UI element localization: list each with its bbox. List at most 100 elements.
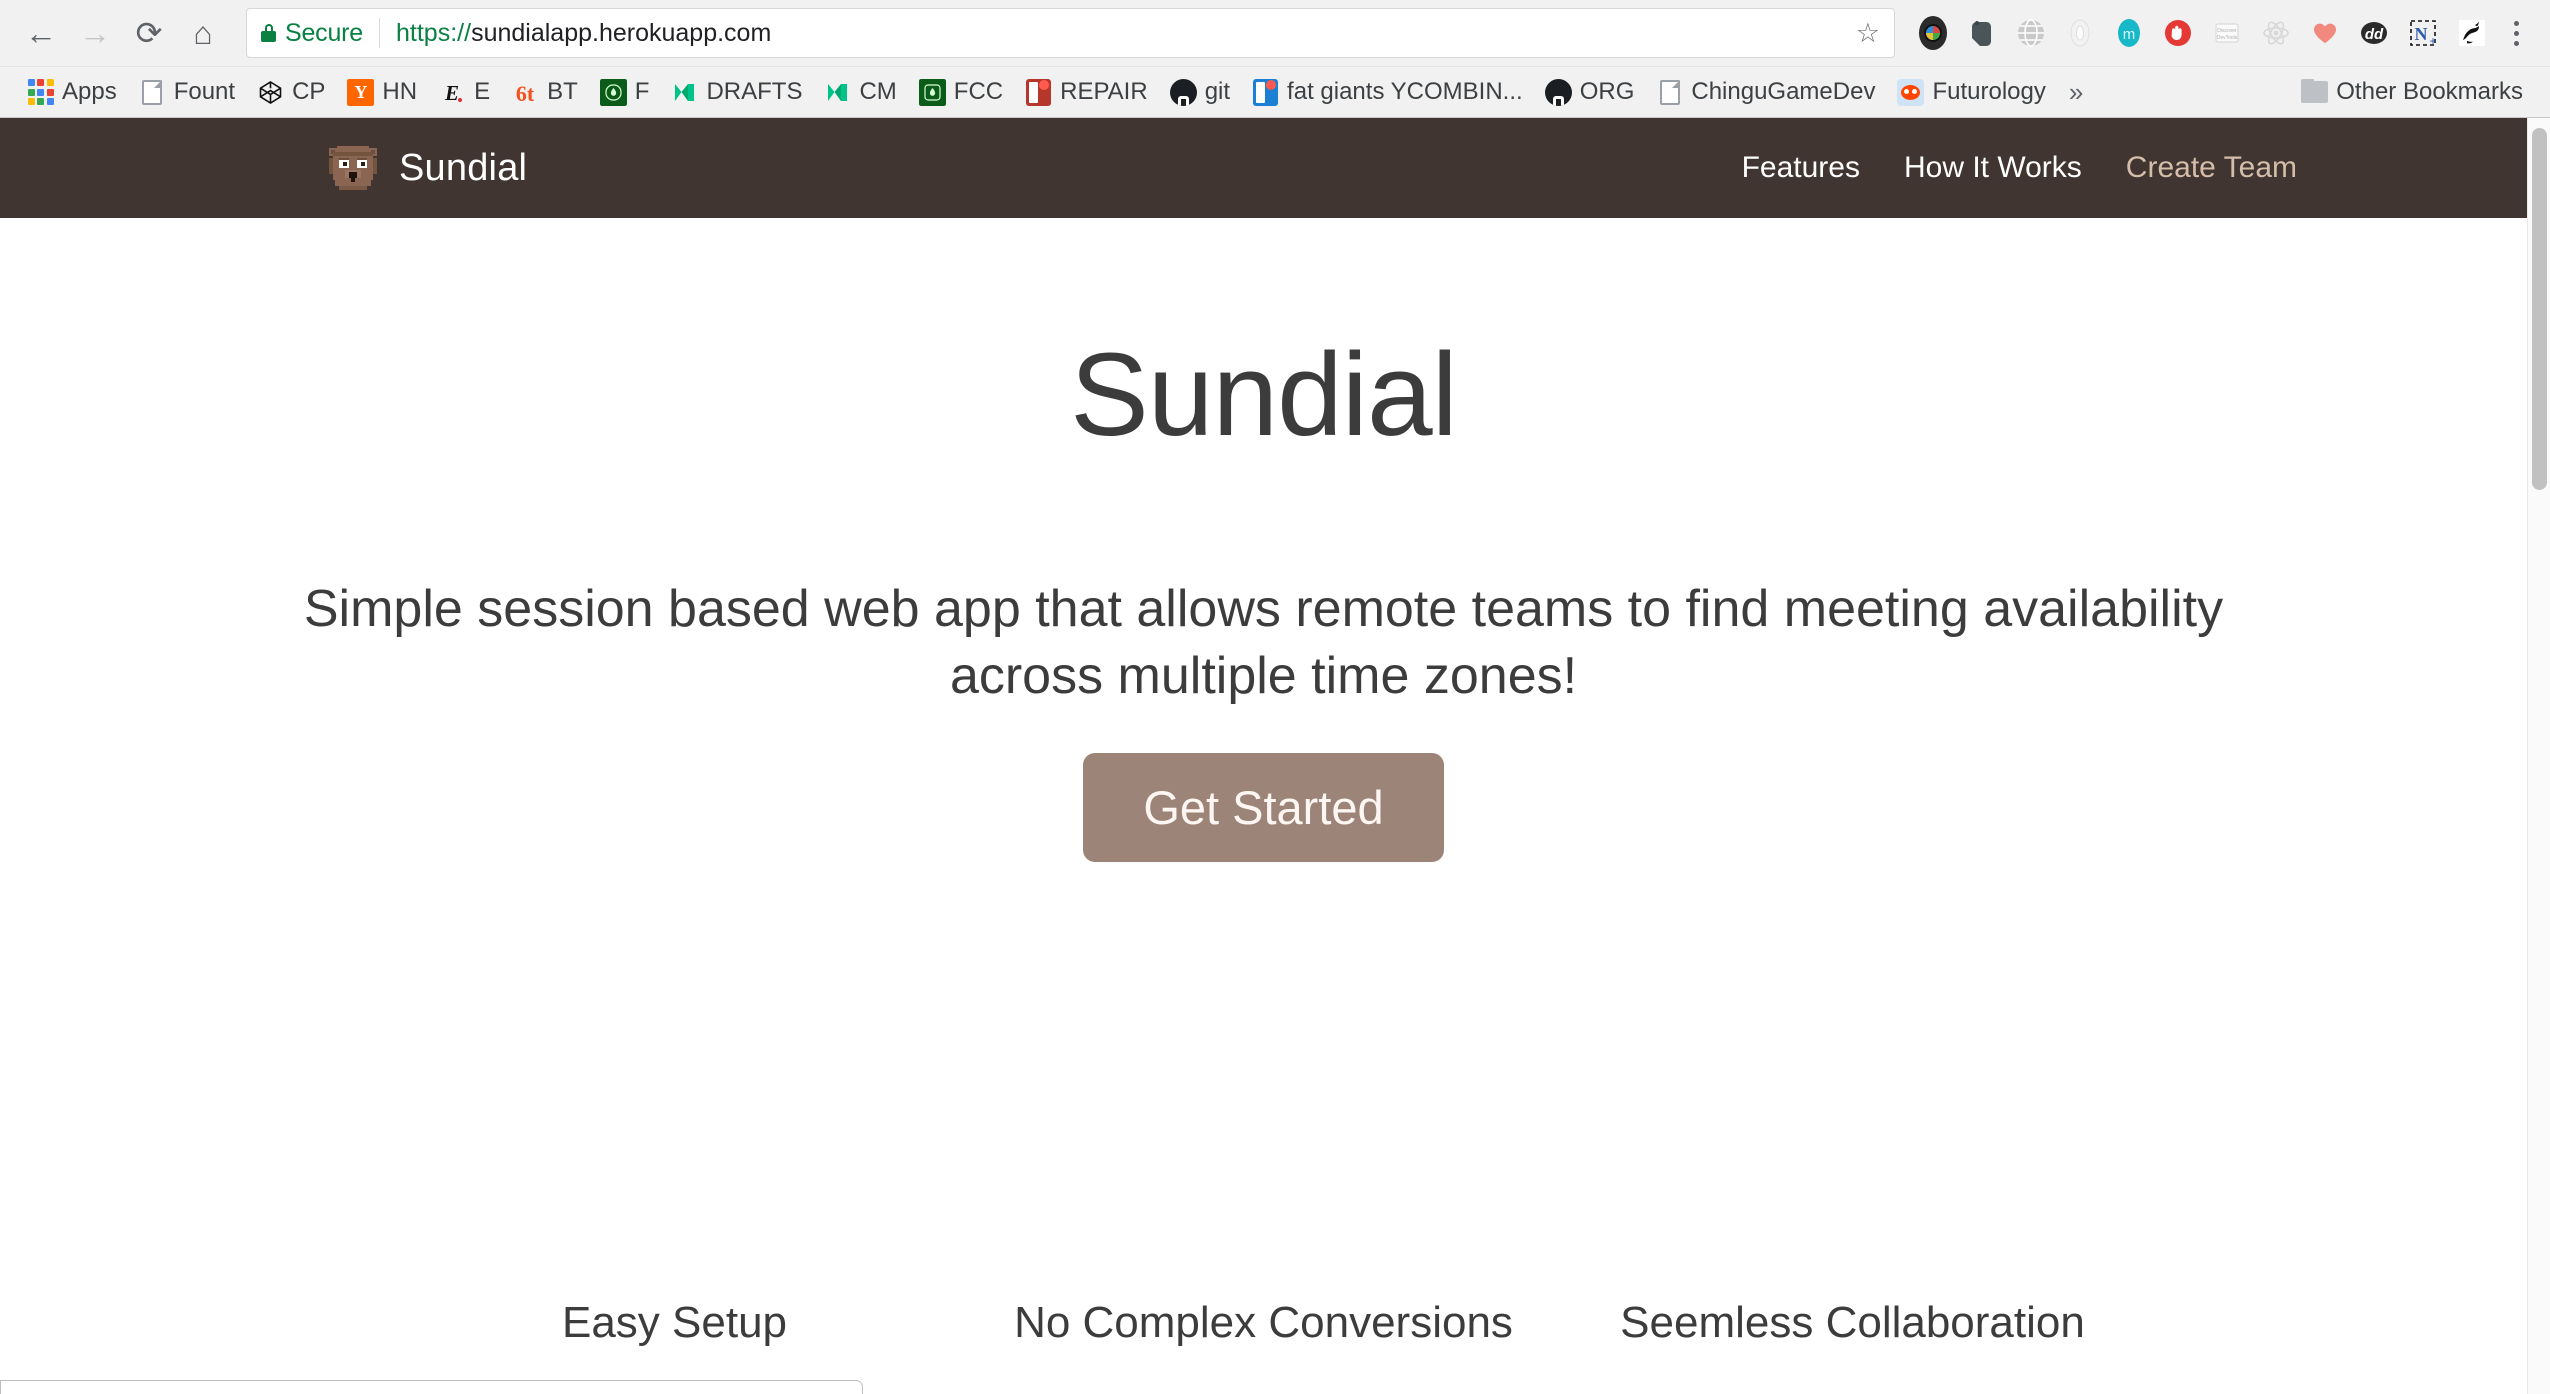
bear-logo-icon [325,142,381,194]
notion-clipper-extension-icon[interactable]: N+ [2403,13,2443,53]
feature-easy-setup: Easy Setup [380,1298,969,1348]
blue-book-icon [1252,79,1279,106]
devtools-extension-icon[interactable]: DiscoverDevTools [2207,13,2247,53]
bookmark-label: Fount [174,80,235,104]
document-icon [139,79,166,106]
bookmark-drafts[interactable]: DRAFTS [660,75,813,110]
bookmark-bt[interactable]: 6t BT [501,75,589,110]
other-bookmarks-button[interactable]: Other Bookmarks [2290,75,2534,110]
bookmark-label: fat giants YCOMBIN... [1287,80,1523,104]
bookmark-cm[interactable]: CM [813,75,907,110]
feature-seemless-collaboration: Seemless Collaboration [1558,1298,2147,1348]
dd-extension-icon[interactable]: dd [2354,13,2394,53]
feature-title: No Complex Conversions [969,1298,1558,1348]
ring-extension-icon[interactable] [2060,13,2100,53]
sundial-page: Sundial Features How It Works Create Tea… [0,118,2527,1394]
nav-link-how-it-works[interactable]: How It Works [1904,151,2082,185]
svg-text:6t: 6t [516,81,535,106]
bookmark-label: E [474,80,490,104]
evernote-extension-icon[interactable] [1962,13,2002,53]
bookmark-f[interactable]: F [589,75,661,110]
bookmark-org[interactable]: ORG [1534,75,1646,110]
bookmark-hn[interactable]: Y HN [336,75,428,110]
document-icon [1656,79,1683,106]
svg-text:+: + [2429,34,2436,48]
bookmark-cp[interactable]: CP [246,75,336,110]
bookmark-label: git [1205,80,1230,104]
svg-text:Discover: Discover [2217,28,2237,34]
browser-menu-button[interactable] [2496,12,2536,54]
page-scrollbar[interactable] [2527,118,2550,1394]
momentum-extension-icon[interactable]: m [2109,13,2149,53]
home-button[interactable]: ⌂ [176,6,230,60]
browser-toolbar: ← → ⟳ ⌂ Secure https://sundialapp.heroku… [0,0,2550,66]
svg-text:DevTools: DevTools [2217,35,2238,41]
folder-icon [2301,79,2328,106]
bookmark-futurology[interactable]: Futurology [1886,75,2056,110]
bookmarks-bar: Apps Fount CP Y HN E E 6t [0,66,2550,117]
page-title: Sundial [0,336,2527,454]
back-button[interactable]: ← [14,6,68,60]
freecodecamp-icon [919,79,946,106]
bookmark-label: Apps [62,80,117,104]
bookmark-label: ChinguGameDev [1691,80,1875,104]
bookmark-label: F [635,80,650,104]
reload-button[interactable]: ⟳ [122,6,176,60]
camera-lens-extension-icon[interactable] [1913,13,1953,53]
bookmark-label: Futurology [1932,80,2045,104]
feature-title: Easy Setup [380,1298,969,1348]
red-book-icon [1025,79,1052,106]
feature-title: Seemless Collaboration [1558,1298,2147,1348]
bookmark-fcc[interactable]: FCC [908,75,1014,110]
github-icon [1545,79,1572,106]
flame-badge-icon [600,79,627,106]
bookmark-e[interactable]: E E [428,75,501,110]
bookmark-fat-giants[interactable]: fat giants YCOMBIN... [1241,75,1534,110]
bookmark-apps[interactable]: Apps [16,75,128,110]
reddit-icon [1897,79,1924,106]
svg-text:m: m [2123,26,2136,43]
bookmark-label: REPAIR [1060,80,1148,104]
bookmark-star-icon[interactable]: ☆ [1842,18,1880,49]
security-status-label: Secure [285,19,363,48]
react-devtools-extension-icon[interactable] [2256,13,2296,53]
url-scheme: https:// [396,19,471,47]
forward-button[interactable]: → [68,6,122,60]
url-host: sundialapp.herokuapp.com [471,19,771,47]
pocket-heart-extension-icon[interactable] [2305,13,2345,53]
nav-link-features[interactable]: Features [1742,151,1860,185]
github-icon [1170,79,1197,106]
bookmark-git[interactable]: git [1159,75,1241,110]
ublock-origin-extension-icon[interactable] [2158,13,2198,53]
nav-links: Features How It Works Create Team [1742,151,2482,185]
bookmark-label: HN [382,80,417,104]
apps-grid-icon [27,79,54,106]
bookmark-label: CM [859,80,896,104]
other-bookmarks-label: Other Bookmarks [2336,80,2523,104]
bookmark-fount[interactable]: Fount [128,75,246,110]
bookmark-label: CP [292,80,325,104]
nav-link-create-team[interactable]: Create Team [2126,151,2297,185]
url-text: https://sundialapp.herokuapp.com [396,19,771,48]
bookmark-label: ORG [1580,80,1635,104]
bookmarks-overflow-icon[interactable]: » [2057,77,2095,108]
scrollbar-thumb[interactable] [2532,128,2547,490]
ninja-extension-icon[interactable] [2452,13,2492,53]
downloads-bar[interactable] [0,1380,863,1394]
hackernews-icon: Y [347,79,374,106]
bookmark-repair[interactable]: REPAIR [1014,75,1159,110]
address-bar[interactable]: Secure https://sundialapp.herokuapp.com … [246,8,1895,58]
brand-name: Sundial [399,147,527,190]
bt-icon: 6t [512,79,539,106]
browser-chrome: ← → ⟳ ⌂ Secure https://sundialapp.heroku… [0,0,2550,118]
drafts-icon [671,79,698,106]
globe-extension-icon[interactable] [2011,13,2051,53]
bookmark-label: FCC [954,80,1003,104]
site-brand[interactable]: Sundial [325,142,527,194]
cm-icon [824,79,851,106]
svg-text:N: N [2415,24,2428,44]
italic-e-icon: E [439,79,466,106]
bookmark-chingugamedev[interactable]: ChinguGameDev [1645,75,1886,110]
omnibox-divider [379,18,380,48]
get-started-button[interactable]: Get Started [1083,753,1443,862]
